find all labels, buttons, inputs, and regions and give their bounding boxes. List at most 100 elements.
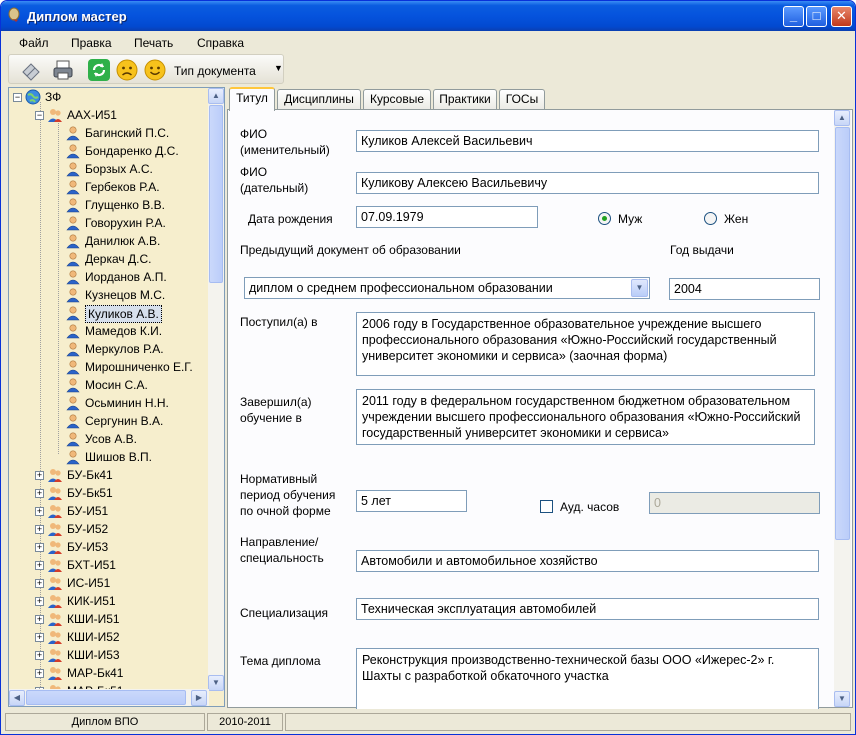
thesis-textarea[interactable]: Реконструкция производственно-техническо…	[356, 648, 819, 710]
tree-student-node[interactable]: Шишов В.П.	[65, 449, 152, 467]
tree-horizontal-scrollbar[interactable]: ◀ ▶	[9, 689, 209, 706]
tab-practices[interactable]: Практики	[433, 89, 497, 109]
expand-icon[interactable]: +	[35, 471, 44, 480]
tree-group-node[interactable]: БУ-И52	[47, 521, 108, 539]
toolbar: Тип документа ▼	[8, 54, 284, 84]
refresh-icon[interactable]	[87, 58, 111, 82]
finished-textarea[interactable]: 2011 году в федеральном государственном …	[356, 389, 815, 445]
expand-icon[interactable]: +	[35, 615, 44, 624]
tree-group-node[interactable]: ИС-И51	[47, 575, 110, 593]
student-icon	[65, 305, 81, 321]
panel-scroll-thumb[interactable]	[835, 127, 850, 540]
tree-node-label: КИК-И51	[67, 594, 116, 608]
specialization-field[interactable]: Техническая эксплуатация автомобилей	[356, 598, 819, 620]
tree-group-node[interactable]: БУ-Бк51	[47, 485, 113, 503]
tree-group-node[interactable]: ААХ-И51	[47, 107, 117, 125]
fio-nominative-field[interactable]: Куликов Алексей Васильевич	[356, 130, 819, 152]
direction-field[interactable]: Автомобили и автомобильное хозяйство	[356, 550, 819, 572]
tree-scroll-thumb[interactable]	[209, 105, 223, 283]
tree-root-node[interactable]: ЗФ	[25, 89, 61, 107]
tree-vertical-scrollbar[interactable]: ▲ ▼	[208, 88, 224, 691]
tree-student-node[interactable]: Данилюк А.В.	[65, 233, 160, 251]
gender-female-radio[interactable]	[704, 212, 717, 225]
expand-icon[interactable]: +	[35, 525, 44, 534]
minimize-button[interactable]: _	[783, 6, 804, 27]
tree-student-node[interactable]: Меркулов Р.А.	[65, 341, 164, 359]
panel-vertical-scrollbar[interactable]: ▲ ▼	[834, 110, 851, 707]
birth-date-field[interactable]: 07.09.1979	[356, 206, 538, 228]
tree-student-node[interactable]: Усов А.В.	[65, 431, 137, 449]
aud-hours-checkbox[interactable]	[540, 500, 553, 513]
tree-student-node[interactable]: Мирошниченко Е.Г.	[65, 359, 193, 377]
tab-title[interactable]: Титул	[229, 87, 275, 111]
tab-state-exams[interactable]: ГОСы	[499, 89, 545, 109]
menu-print[interactable]: Печать	[134, 36, 173, 50]
student-tree[interactable]: − ЗФ − ААХ-И51 Багинский П.С. Бондаренко Д.С.…	[8, 87, 225, 707]
tree-student-node[interactable]: Сергунин В.А.	[65, 413, 163, 431]
issue-year-field[interactable]: 2004	[669, 278, 820, 300]
collapse-icon[interactable]: −	[35, 111, 44, 120]
tree-group-node[interactable]: БУ-Бк41	[47, 467, 113, 485]
scroll-up-icon[interactable]: ▲	[208, 88, 224, 104]
tree-group-node[interactable]: КИК-И51	[47, 593, 116, 611]
tree-student-node[interactable]: Мамедов К.И.	[65, 323, 162, 341]
scroll-down-icon[interactable]: ▼	[208, 675, 224, 691]
tree-student-node[interactable]: Куликов А.В.	[65, 305, 162, 323]
tree-group-node[interactable]: КШИ-И53	[47, 647, 120, 665]
scroll-down-icon[interactable]: ▼	[834, 691, 850, 707]
tree-group-node[interactable]: КШИ-И51	[47, 611, 120, 629]
fio-dative-field[interactable]: Куликову Алексею Васильевичу	[356, 172, 819, 194]
prev-doc-select[interactable]: диплом о среднем профессиональном образо…	[244, 277, 650, 299]
maximize-button[interactable]: □	[806, 6, 827, 27]
expand-icon[interactable]: +	[35, 597, 44, 606]
expand-icon[interactable]: +	[35, 633, 44, 642]
tree-group-node[interactable]: БУ-И53	[47, 539, 108, 557]
tree-group-node[interactable]: БУ-И51	[47, 503, 108, 521]
scroll-up-icon[interactable]: ▲	[834, 110, 850, 126]
expand-icon[interactable]: +	[35, 579, 44, 588]
scroll-left-icon[interactable]: ◀	[9, 690, 25, 706]
tree-student-node[interactable]: Бондаренко Д.С.	[65, 143, 179, 161]
tree-group-node[interactable]: КШИ-И52	[47, 629, 120, 647]
entered-textarea[interactable]: 2006 году в Государственное образователь…	[356, 312, 815, 376]
tree-student-node[interactable]: Осьминин Н.Н.	[65, 395, 169, 413]
gender-male-radio[interactable]	[598, 212, 611, 225]
tree-student-node[interactable]: Кузнецов М.С.	[65, 287, 165, 305]
eraser-icon[interactable]	[19, 58, 43, 82]
expand-icon[interactable]: +	[35, 543, 44, 552]
tree-group-node[interactable]: МАР-Бк41	[47, 665, 123, 683]
tree-student-node[interactable]: Багинский П.С.	[65, 125, 169, 143]
scroll-right-icon[interactable]: ▶	[191, 690, 207, 706]
study-period-field[interactable]: 5 лет	[356, 490, 467, 512]
tree-student-node[interactable]: Борзых А.С.	[65, 161, 153, 179]
tree-student-node[interactable]: Гербеков Р.А.	[65, 179, 160, 197]
tab-coursework[interactable]: Курсовые	[363, 89, 431, 109]
expand-icon[interactable]: +	[35, 489, 44, 498]
tree-group-node[interactable]: БХТ-И51	[47, 557, 116, 575]
smile-face-icon[interactable]	[143, 58, 167, 82]
printer-icon[interactable]	[51, 58, 75, 82]
close-button[interactable]: ✕	[831, 6, 852, 27]
chevron-down-icon[interactable]: ▼	[631, 279, 648, 297]
tree-student-node[interactable]: Деркач Д.С.	[65, 251, 151, 269]
tree-student-node[interactable]: Говорухин Р.А.	[65, 215, 166, 233]
aud-hours-field[interactable]: 0	[649, 492, 820, 514]
tree-student-node[interactable]: Глущенко В.В.	[65, 197, 165, 215]
expand-icon[interactable]: +	[35, 651, 44, 660]
tree-student-node[interactable]: Иорданов А.П.	[65, 269, 167, 287]
sad-face-icon[interactable]	[115, 58, 139, 82]
expand-icon[interactable]: +	[35, 561, 44, 570]
collapse-icon[interactable]: −	[13, 93, 22, 102]
tree-hscroll-thumb[interactable]	[26, 690, 186, 705]
doc-type-dropdown[interactable]: Тип документа	[174, 64, 256, 78]
menu-edit[interactable]: Правка	[71, 36, 112, 50]
tab-disciplines[interactable]: Дисциплины	[277, 89, 361, 109]
expand-icon[interactable]: +	[35, 669, 44, 678]
menu-file[interactable]: Файл	[19, 36, 49, 50]
menu-help[interactable]: Справка	[197, 36, 244, 50]
fio-dat-label: ФИО	[240, 165, 268, 179]
tree-student-node[interactable]: Мосин С.А.	[65, 377, 148, 395]
expand-icon[interactable]: +	[35, 507, 44, 516]
student-icon	[65, 449, 81, 465]
chevron-down-icon[interactable]: ▼	[274, 63, 283, 73]
